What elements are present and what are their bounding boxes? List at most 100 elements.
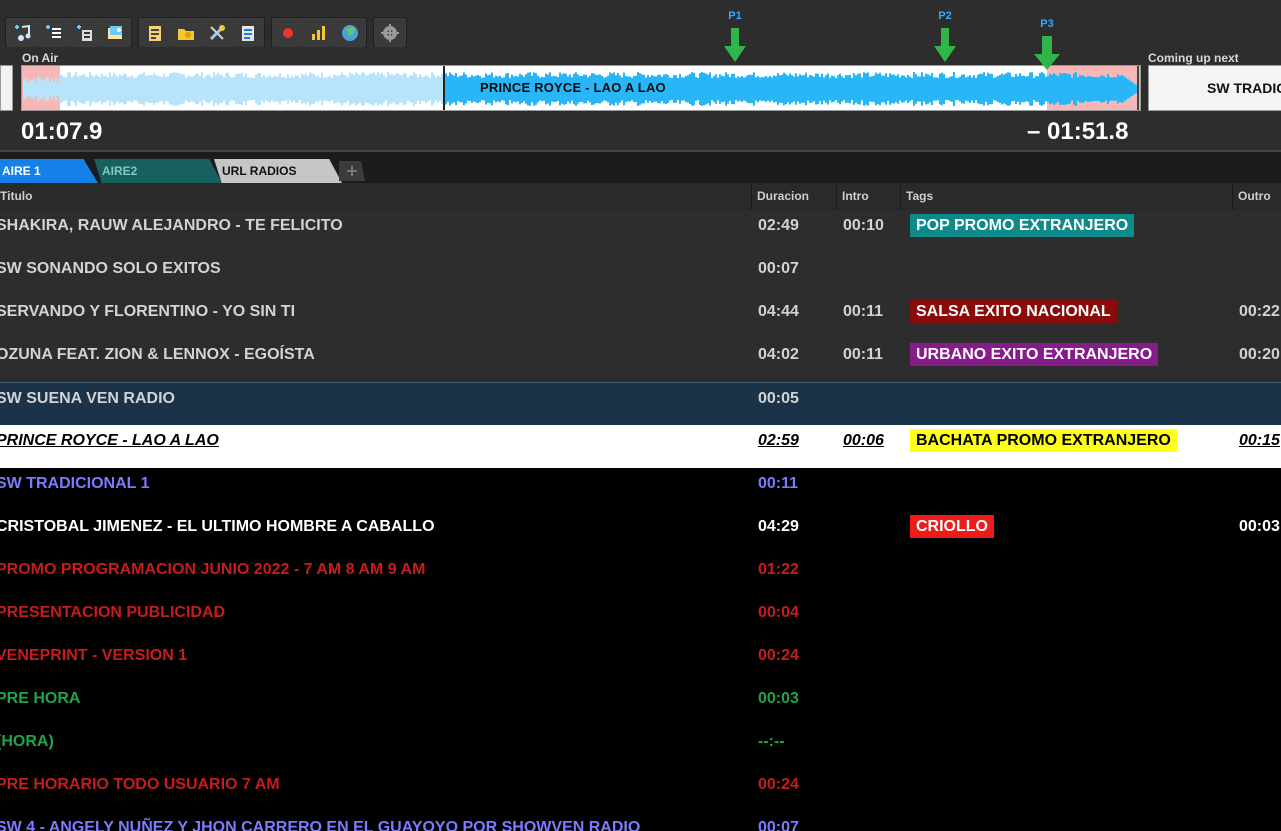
playlist-row[interactable]: VENEPRINT - VERSION 1 00:24 [0, 640, 1281, 683]
marker-p1[interactable]: P1 [722, 10, 748, 62]
track-outro [1239, 726, 1281, 769]
track-intro [843, 812, 903, 831]
tab-url-radios[interactable]: URL RADIOS [214, 159, 342, 183]
playlist-header: Titulo Duracion Intro Tags Outro [0, 183, 1281, 210]
track-duration: 00:03 [758, 690, 799, 707]
track-tags [910, 812, 1230, 831]
playlist-row[interactable]: PROMO PROGRAMACION JUNIO 2022 - 7 AM 8 A… [0, 554, 1281, 597]
track-duration: 00:04 [758, 604, 799, 621]
track-duration: 00:05 [758, 390, 799, 407]
record-button[interactable] [273, 19, 303, 47]
track-title: OZUNA FEAT. ZION & LENNOX - EGOÍSTA [0, 346, 315, 363]
tag-badge: SALSA EXITO NACIONAL [910, 300, 1117, 323]
track-outro [1239, 683, 1281, 726]
track-outro: 00:03 [1239, 518, 1280, 535]
track-intro [843, 383, 903, 426]
add-list-icon [46, 25, 61, 38]
track-title: PRE HORA [0, 690, 81, 707]
track-title: SW SONANDO SOLO EXITOS [0, 260, 221, 277]
on-air-label: On Air [22, 51, 59, 65]
track-outro [1239, 554, 1281, 597]
track-tags: BACHATA PROMO EXTRANJERO [910, 425, 1230, 468]
globe-icon [342, 25, 358, 41]
playlist-row[interactable]: SW SONANDO SOLO EXITOS 00:07 [0, 253, 1281, 296]
track-outro [1239, 253, 1281, 296]
track-title: PRINCE ROYCE - LAO A LAO [0, 432, 219, 449]
current-track-title: PRINCE ROYCE - LAO A LAO [480, 80, 666, 95]
track-title: PRESENTACION PUBLICIDAD [0, 604, 226, 621]
down-arrow-icon [724, 28, 746, 62]
column-outro[interactable]: Outro [1233, 183, 1281, 210]
tab-aire-1[interactable]: AIRE 1 [0, 159, 98, 183]
playlist: SHAKIRA, RAUW ALEJANDRO - TE FELICITO 02:… [0, 210, 1281, 831]
track-outro [1239, 812, 1281, 831]
track-title: PRE HORARIO TODO USUARIO 7 AM [0, 776, 280, 793]
end-line [1137, 66, 1139, 110]
track-title: SHAKIRA, RAUW ALEJANDRO - TE FELICITO [0, 217, 343, 234]
track-intro: 00:10 [843, 217, 884, 234]
track-tags [910, 468, 1230, 511]
track-tags [910, 769, 1230, 812]
track-tags [910, 554, 1230, 597]
playlist-row[interactable]: PRINCE ROYCE - LAO A LAO 02:59 00:06 00:15 B… [0, 425, 1281, 468]
track-intro [843, 511, 903, 554]
track-tags: POP PROMO EXTRANJERO [910, 210, 1230, 253]
playlist-row[interactable]: (HORA) --:-- [0, 726, 1281, 769]
toolbar-group [5, 17, 132, 47]
remaining-time: – 01:51.8 [1027, 118, 1129, 145]
column-intro[interactable]: Intro [837, 183, 901, 210]
tag-badge: CRIOLLO [910, 515, 994, 538]
elapsed-time: 01:07.9 [21, 118, 103, 145]
toolbar-group [373, 17, 407, 47]
playlist-row[interactable]: PRE HORARIO TODO USUARIO 7 AM 00:24 [0, 769, 1281, 812]
marker-p2-label: P2 [938, 10, 952, 22]
add-music-button[interactable] [7, 19, 37, 47]
playlist-row[interactable]: PRE HORA 00:03 [0, 683, 1281, 726]
track-intro: 00:06 [843, 432, 884, 449]
playlist-row[interactable]: CRISTOBAL JIMENEZ - EL ULTIMO HOMBRE A C… [0, 511, 1281, 554]
track-outro [1239, 383, 1281, 426]
tag-badge: BACHATA PROMO EXTRANJERO [910, 429, 1177, 452]
playlist-row[interactable]: SW SUENA VEN RADIO 00:05 [0, 382, 1281, 425]
globe-button[interactable] [335, 19, 365, 47]
open-folder-button[interactable] [100, 19, 130, 47]
marker-p3[interactable]: P3 [1034, 18, 1060, 70]
track-title: VENEPRINT - VERSION 1 [0, 647, 188, 664]
add-playlist-button[interactable] [69, 19, 99, 47]
track-tags [910, 597, 1230, 640]
playhead[interactable] [443, 66, 445, 111]
track-tags [910, 640, 1230, 683]
column-duration[interactable]: Duracion [752, 183, 837, 210]
playlist-row[interactable]: SHAKIRA, RAUW ALEJANDRO - TE FELICITO 02:… [0, 210, 1281, 253]
clipboard-edit-button[interactable] [140, 19, 170, 47]
track-title: PROMO PROGRAMACION JUNIO 2022 - 7 AM 8 A… [0, 561, 426, 578]
open-folder-icon [108, 26, 122, 39]
column-title[interactable]: Titulo [0, 183, 752, 210]
add-list-button[interactable] [38, 19, 68, 47]
track-outro: 00:22 [1239, 303, 1280, 320]
settings-button[interactable] [375, 19, 405, 47]
add-tab-button[interactable] [339, 161, 365, 181]
playlist-row[interactable]: SW 4 - ANGELY NUÑEZ Y JHON CARRERO EN EL… [0, 812, 1281, 831]
track-duration: 02:49 [758, 217, 799, 234]
tag-badge: URBANO EXITO EXTRANJERO [910, 343, 1159, 366]
playlist-row[interactable]: PRESENTACION PUBLICIDAD 00:04 [0, 597, 1281, 640]
next-track-title: SW TRADICIONAL 1 [1207, 80, 1281, 96]
column-tags[interactable]: Tags [901, 183, 1233, 210]
coming-up-next-label: Coming up next [1148, 51, 1239, 65]
marker-p2[interactable]: P2 [932, 10, 958, 62]
track-outro [1239, 769, 1281, 812]
track-duration: 00:11 [758, 475, 799, 492]
tools-button[interactable] [202, 19, 232, 47]
track-tags: SALSA EXITO NACIONAL [910, 296, 1230, 339]
folder-yellow-button[interactable] [171, 19, 201, 47]
tab-bar: AIRE 1 AIRE2 URL RADIOS [0, 150, 1281, 183]
playlist-row[interactable]: SW TRADICIONAL 1 00:11 [0, 468, 1281, 511]
track-tags [910, 726, 1230, 769]
tab-aire2[interactable]: AIRE2 [94, 159, 222, 183]
playlist-row[interactable]: OZUNA FEAT. ZION & LENNOX - EGOÍSTA 04:02… [0, 339, 1281, 382]
stats-button[interactable] [304, 19, 334, 47]
playlist-row[interactable]: SERVANDO Y FLORENTINO - YO SIN TI 04:44 00… [0, 296, 1281, 339]
notes-button[interactable] [233, 19, 263, 47]
toolbar-group [271, 17, 367, 47]
